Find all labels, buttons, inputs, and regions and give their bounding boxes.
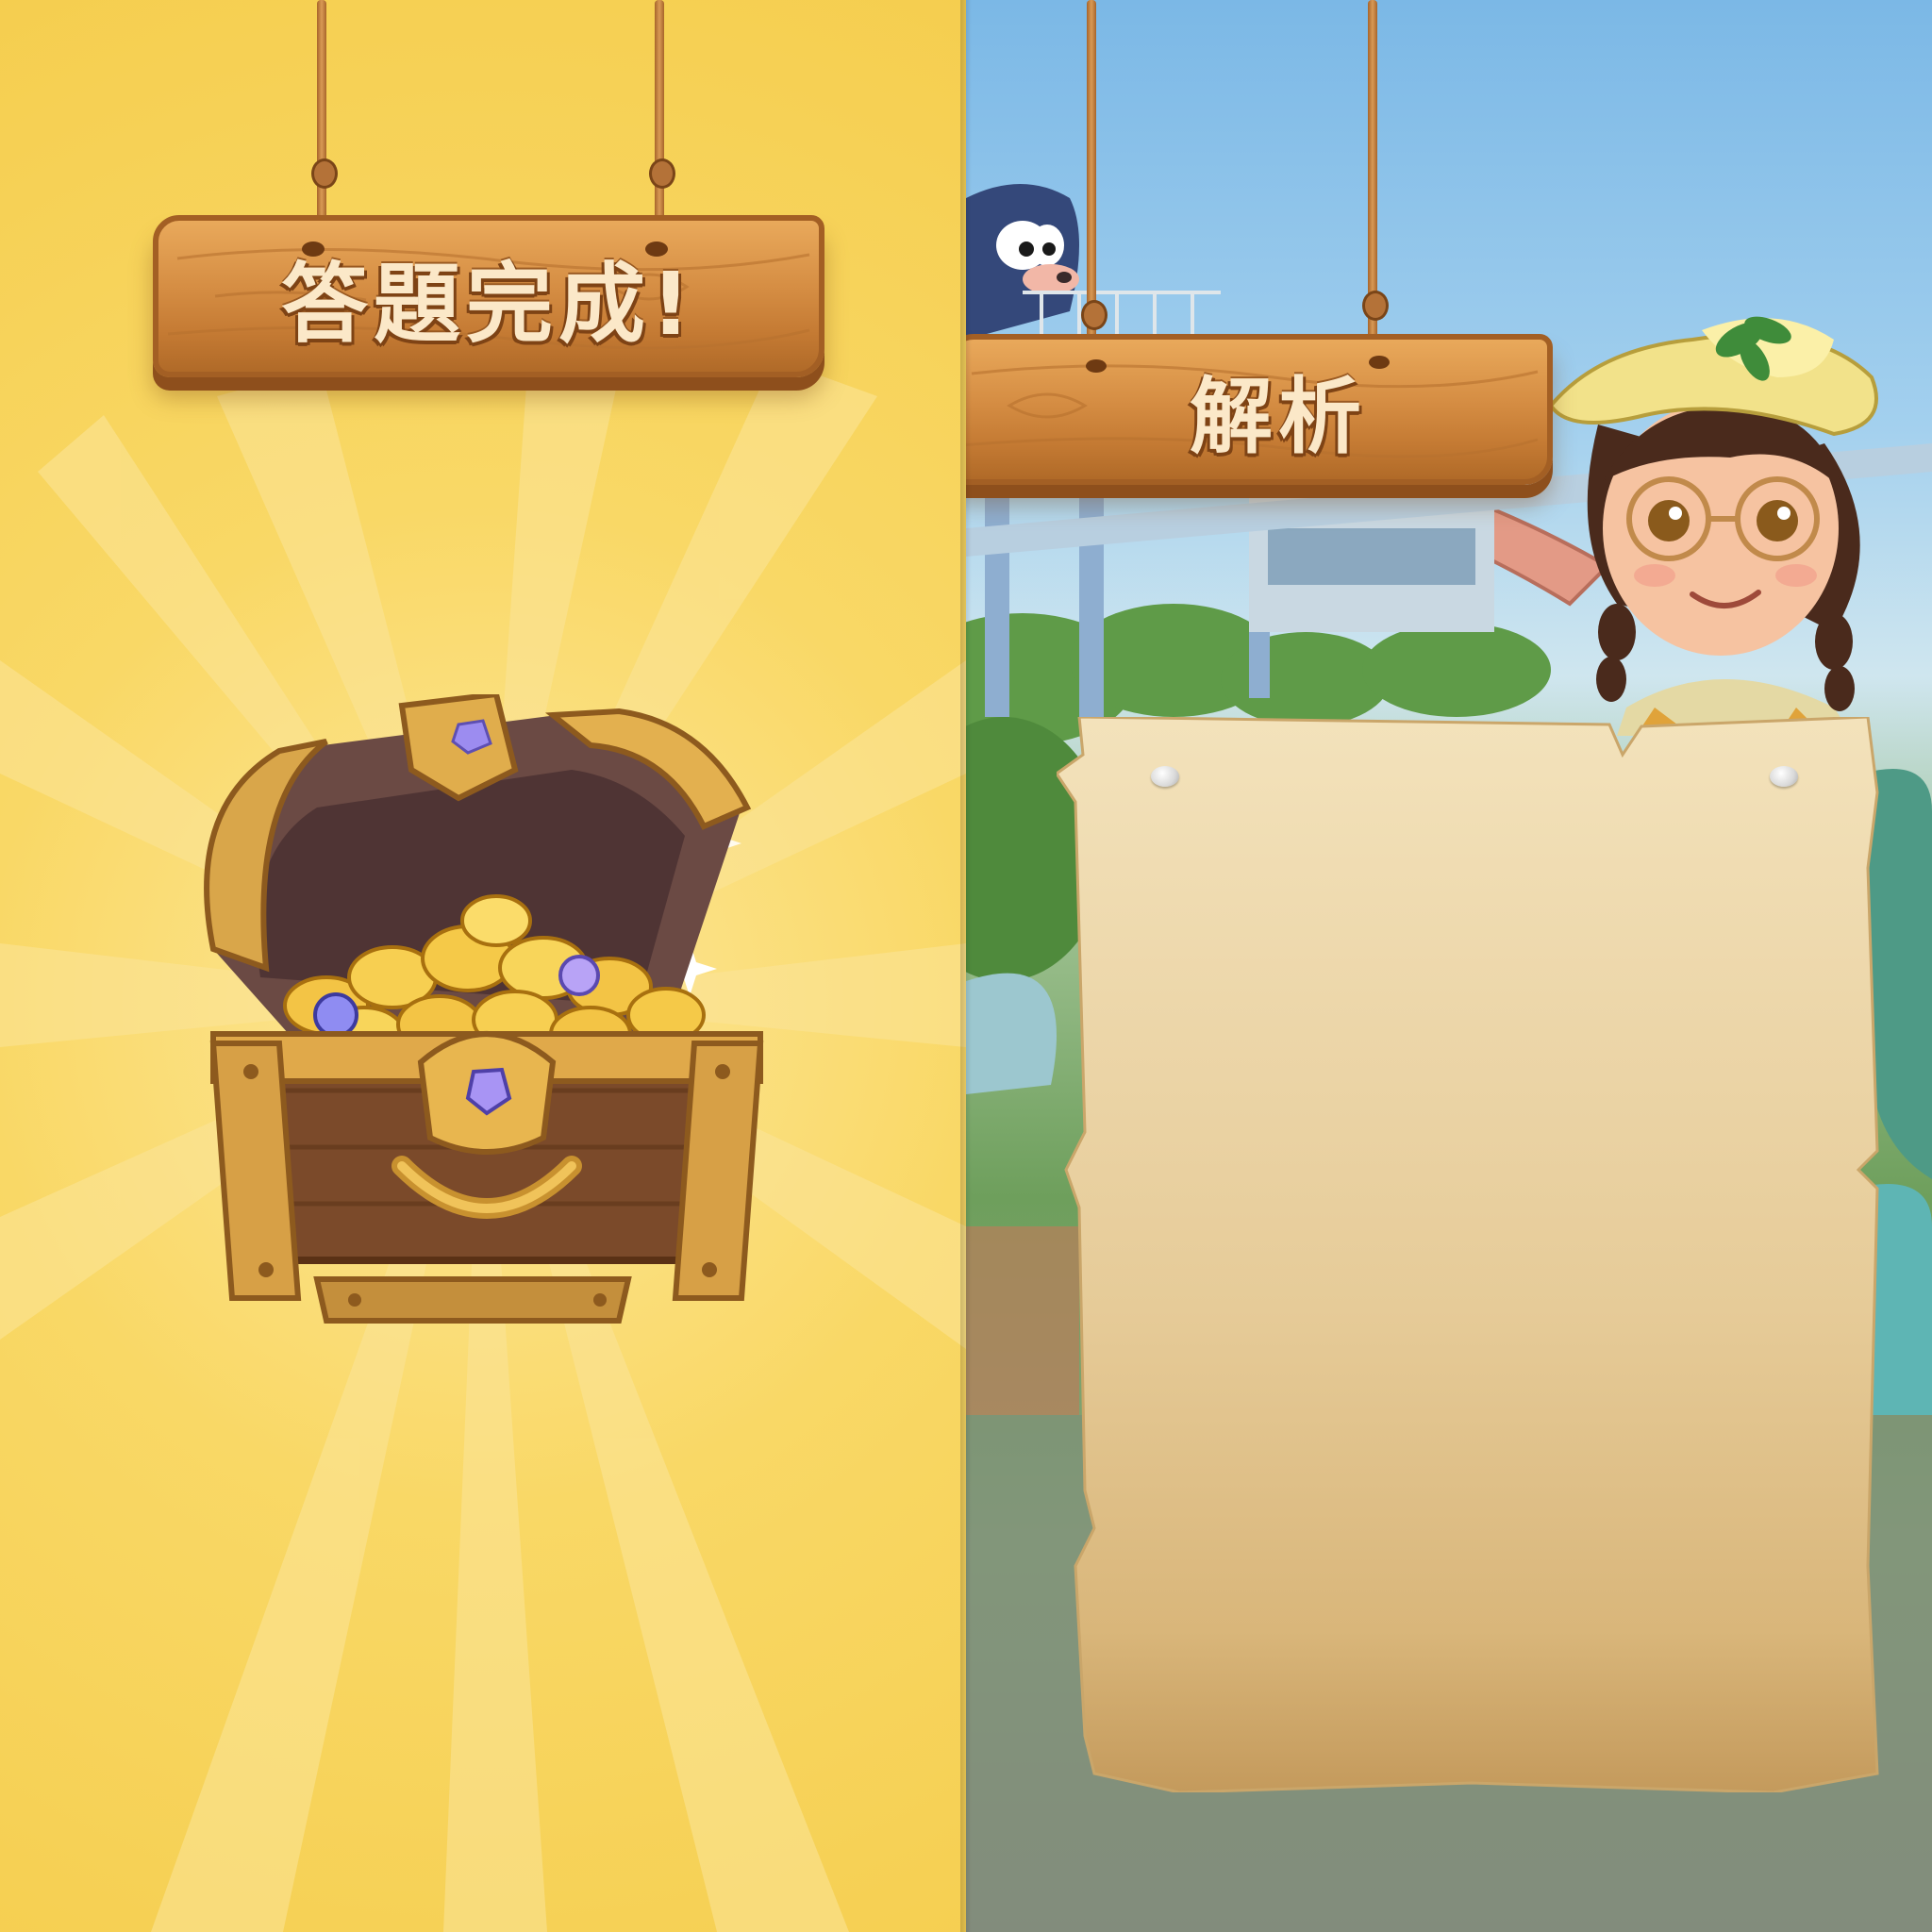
title-sign: 答題完成! <box>153 215 824 377</box>
parchment-scroll <box>1057 717 1879 1792</box>
quiz-complete-screen: 答題完成! <box>0 0 966 1932</box>
rope-knot <box>649 158 675 189</box>
treasure-chest-icon <box>204 694 764 1324</box>
rope-knot <box>311 158 338 189</box>
pin-icon <box>1151 766 1179 787</box>
page-title: 解析 <box>1189 367 1367 465</box>
title-sign: 解析 <box>966 334 1553 485</box>
page-title: 答題完成! <box>281 253 696 355</box>
explanation-panel <box>1057 717 1887 1792</box>
pin-icon <box>1770 766 1798 787</box>
sign-rope-right <box>1368 0 1377 340</box>
explorer-girl-icon <box>1548 316 1878 736</box>
sign-rope-left <box>1087 0 1096 340</box>
sign-rope-right <box>655 0 664 236</box>
rope-knot <box>1362 291 1389 321</box>
explanation-screen: 解析 <box>966 0 1932 1932</box>
sign-rope-left <box>317 0 326 236</box>
rope-knot <box>1081 300 1108 330</box>
panel-divider <box>960 0 972 1932</box>
